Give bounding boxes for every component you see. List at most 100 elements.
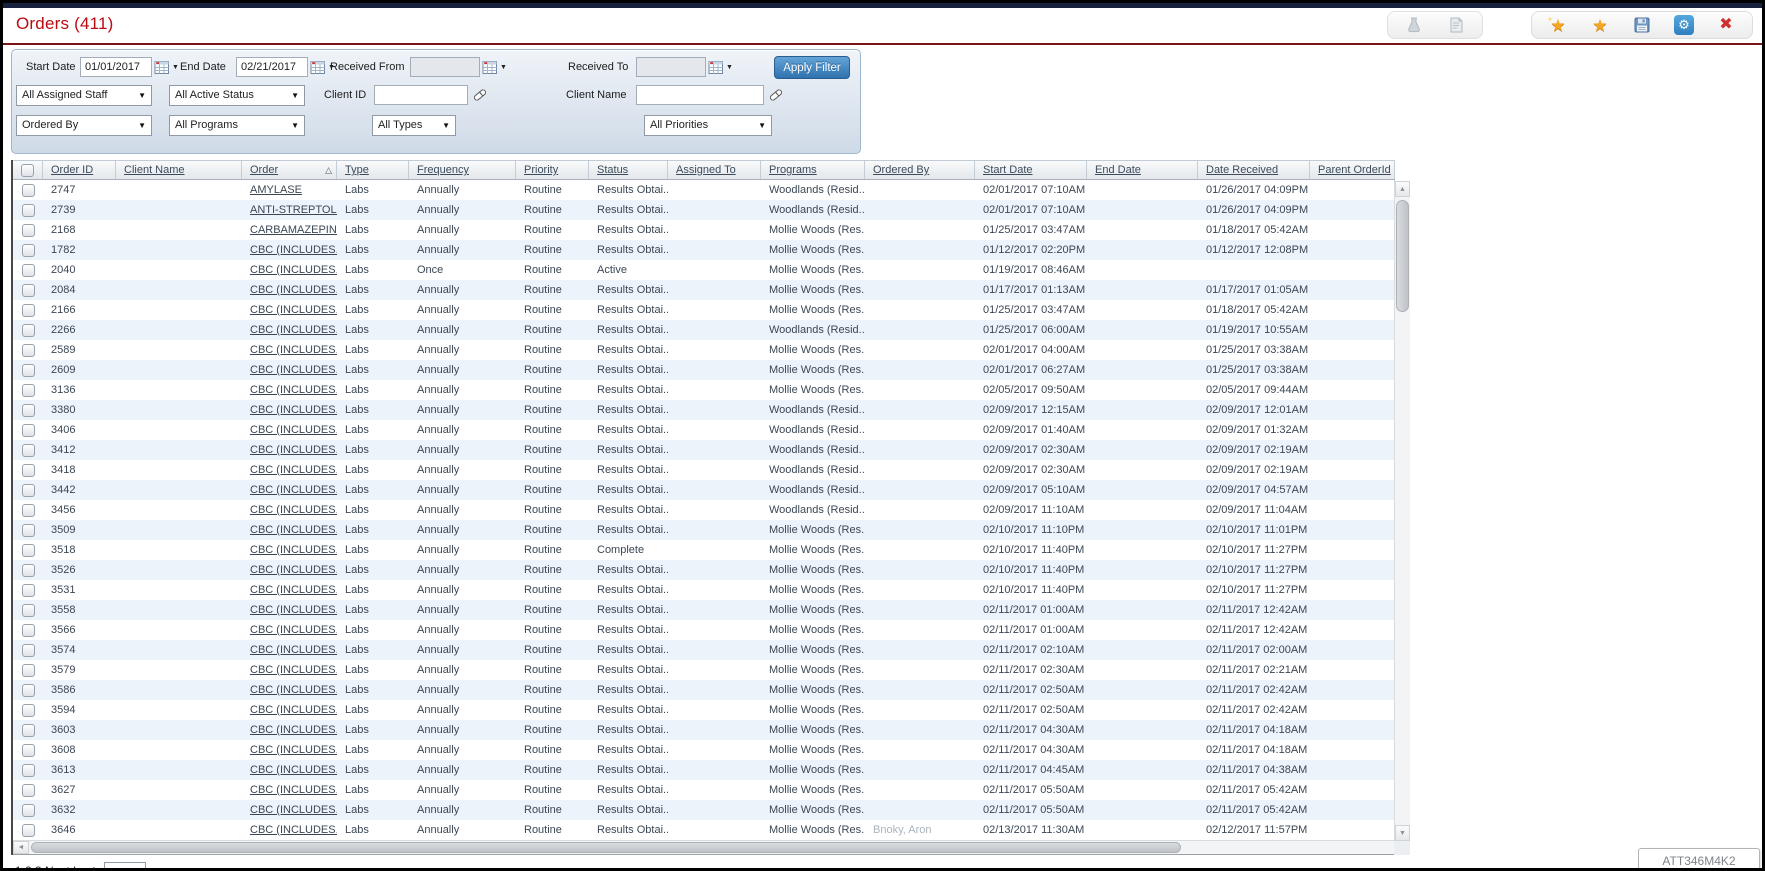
vertical-scrollbar-thumb[interactable] (1396, 200, 1409, 312)
row-checkbox[interactable] (22, 484, 35, 497)
col-header-start-date[interactable]: Start Date (975, 161, 1087, 179)
table-row[interactable]: 3574CBC (INCLUDES...LabsAnnuallyRoutineR… (13, 640, 1395, 660)
cell-order[interactable]: CBC (INCLUDES... (242, 300, 337, 320)
table-row[interactable]: 3456CBC (INCLUDES...LabsAnnuallyRoutineR… (13, 500, 1395, 520)
table-row[interactable]: 2266CBC (INCLUDES...LabsAnnuallyRoutineR… (13, 320, 1395, 340)
table-row[interactable]: 2747AMYLASELabsAnnuallyRoutineResults Ob… (13, 180, 1395, 200)
row-checkbox[interactable] (22, 804, 35, 817)
favorite-add-star-icon[interactable]: ★ ✦ (1548, 15, 1568, 35)
scroll-up-icon[interactable]: ▲ (1395, 181, 1410, 197)
row-checkbox[interactable] (22, 204, 35, 217)
row-checkbox[interactable] (22, 744, 35, 757)
pagination-links[interactable]: 1 2 3 Next Last (15, 864, 96, 871)
row-checkbox[interactable] (22, 624, 35, 637)
row-checkbox[interactable] (22, 424, 35, 437)
cell-order[interactable]: CBC (INCLUDES... (242, 660, 337, 680)
cell-order[interactable]: CBC (INCLUDES... (242, 480, 337, 500)
lab-flask-icon[interactable] (1404, 15, 1424, 35)
row-checkbox[interactable] (22, 584, 35, 597)
table-row[interactable]: 3586CBC (INCLUDES...LabsAnnuallyRoutineR… (13, 680, 1395, 700)
cell-order[interactable]: CBC (INCLUDES... (242, 380, 337, 400)
table-row[interactable]: 3418CBC (INCLUDES...LabsAnnuallyRoutineR… (13, 460, 1395, 480)
favorite-star-icon[interactable]: ★ (1590, 15, 1610, 35)
start-date-calendar-icon[interactable]: ▼ (154, 60, 179, 75)
cell-order[interactable]: CBC (INCLUDES... (242, 340, 337, 360)
eraser-icon[interactable] (472, 87, 488, 103)
table-row[interactable]: 2040CBC (INCLUDES...LabsOnceRoutineActiv… (13, 260, 1395, 280)
ordered-by-dropdown[interactable]: Ordered By ▼ (16, 115, 152, 136)
vertical-scrollbar[interactable]: ▲ ▼ (1394, 181, 1410, 841)
row-checkbox[interactable] (22, 344, 35, 357)
cell-order[interactable]: CBC (INCLUDES... (242, 280, 337, 300)
cell-order[interactable]: CBC (INCLUDES... (242, 260, 337, 280)
row-checkbox[interactable] (22, 684, 35, 697)
row-checkbox[interactable] (22, 404, 35, 417)
table-row[interactable]: 3136CBC (INCLUDES...LabsAnnuallyRoutineR… (13, 380, 1395, 400)
horizontal-scrollbar[interactable]: ◄ (13, 840, 1395, 855)
programs-dropdown[interactable]: All Programs ▼ (169, 115, 305, 136)
received-from-input[interactable] (410, 57, 480, 77)
scroll-down-icon[interactable]: ▼ (1395, 825, 1410, 841)
save-icon[interactable] (1632, 15, 1652, 35)
select-all-checkbox[interactable] (21, 164, 34, 177)
col-header-status[interactable]: Status (589, 161, 668, 179)
types-dropdown[interactable]: All Types ▼ (372, 115, 456, 136)
table-row[interactable]: 3380CBC (INCLUDES...LabsAnnuallyRoutineR… (13, 400, 1395, 420)
table-row[interactable]: 3412CBC (INCLUDES...LabsAnnuallyRoutineR… (13, 440, 1395, 460)
cell-order[interactable]: CBC (INCLUDES... (242, 460, 337, 480)
table-row[interactable]: 3579CBC (INCLUDES...LabsAnnuallyRoutineR… (13, 660, 1395, 680)
row-checkbox[interactable] (22, 824, 35, 837)
cell-order[interactable]: CBC (INCLUDES... (242, 580, 337, 600)
client-id-input[interactable] (374, 85, 468, 105)
table-row[interactable]: 2166CBC (INCLUDES...LabsAnnuallyRoutineR… (13, 300, 1395, 320)
row-checkbox[interactable] (22, 564, 35, 577)
start-date-input[interactable] (80, 57, 152, 77)
table-row[interactable]: 3518CBC (INCLUDES...LabsAnnuallyRoutineC… (13, 540, 1395, 560)
col-header-end-date[interactable]: End Date (1087, 161, 1198, 179)
received-from-calendar-icon[interactable]: ▼ (482, 60, 507, 75)
close-icon[interactable]: ✖ (1716, 15, 1736, 35)
table-row[interactable]: 3603CBC (INCLUDES...LabsAnnuallyRoutineR… (13, 720, 1395, 740)
table-row[interactable]: 3627CBC (INCLUDES...LabsAnnuallyRoutineR… (13, 780, 1395, 800)
row-checkbox[interactable] (22, 644, 35, 657)
row-checkbox[interactable] (22, 524, 35, 537)
received-to-calendar-icon[interactable]: ▼ (708, 60, 733, 75)
table-row[interactable]: 3526CBC (INCLUDES...LabsAnnuallyRoutineR… (13, 560, 1395, 580)
row-checkbox[interactable] (22, 224, 35, 237)
cell-order[interactable]: CBC (INCLUDES... (242, 760, 337, 780)
cell-order[interactable]: CBC (INCLUDES... (242, 240, 337, 260)
row-checkbox[interactable] (22, 704, 35, 717)
table-row[interactable]: 3613CBC (INCLUDES...LabsAnnuallyRoutineR… (13, 760, 1395, 780)
table-row[interactable]: 2589CBC (INCLUDES...LabsAnnuallyRoutineR… (13, 340, 1395, 360)
cell-order[interactable]: CBC (INCLUDES... (242, 420, 337, 440)
apply-filter-button[interactable]: Apply Filter (774, 56, 850, 79)
table-row[interactable]: 3646CBC (INCLUDES...LabsAnnuallyRoutineR… (13, 820, 1395, 840)
col-header-ordered-by[interactable]: Ordered By (865, 161, 975, 179)
row-checkbox[interactable] (22, 464, 35, 477)
cell-order[interactable]: CBC (INCLUDES... (242, 800, 337, 820)
row-checkbox[interactable] (22, 784, 35, 797)
cell-order[interactable]: ANTI-STREPTOL... (242, 200, 337, 220)
cell-order[interactable]: CBC (INCLUDES... (242, 540, 337, 560)
priorities-dropdown[interactable]: All Priorities ▼ (644, 115, 772, 136)
row-checkbox[interactable] (22, 184, 35, 197)
cell-order[interactable]: CBC (INCLUDES... (242, 360, 337, 380)
cell-order[interactable]: CBC (INCLUDES... (242, 500, 337, 520)
col-header-type[interactable]: Type (337, 161, 409, 179)
col-header-order-id[interactable]: Order ID (43, 161, 116, 179)
row-checkbox[interactable] (22, 544, 35, 557)
table-row[interactable]: 3406CBC (INCLUDES...LabsAnnuallyRoutineR… (13, 420, 1395, 440)
client-name-input[interactable] (636, 85, 764, 105)
row-checkbox[interactable] (22, 304, 35, 317)
cell-order[interactable]: CBC (INCLUDES... (242, 520, 337, 540)
cell-order[interactable]: CBC (INCLUDES... (242, 680, 337, 700)
end-date-input[interactable] (236, 57, 308, 77)
col-header-date-received[interactable]: Date Received (1198, 161, 1310, 179)
scroll-left-icon[interactable]: ◄ (13, 841, 29, 854)
active-status-dropdown[interactable]: All Active Status ▼ (169, 85, 305, 106)
row-checkbox[interactable] (22, 444, 35, 457)
cell-order[interactable]: CBC (INCLUDES... (242, 400, 337, 420)
row-checkbox[interactable] (22, 764, 35, 777)
cell-order[interactable]: CBC (INCLUDES... (242, 820, 337, 840)
cell-order[interactable]: AMYLASE (242, 180, 337, 200)
